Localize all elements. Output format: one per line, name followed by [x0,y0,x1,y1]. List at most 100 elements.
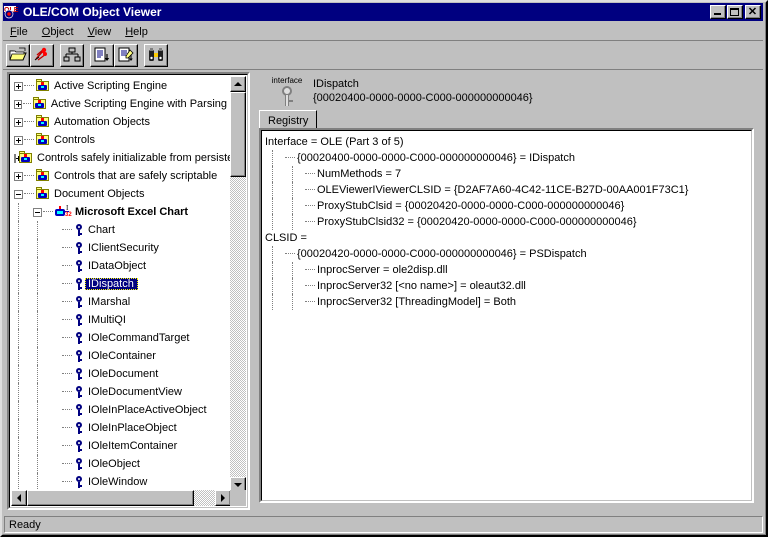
arrow-up-icon [234,82,242,86]
tree-vertical-scroll-thumb[interactable] [230,92,246,177]
folder-object-icon [35,187,51,201]
registry-connector-dash [305,285,315,287]
tree-expand-icon[interactable] [14,118,23,127]
tree-item[interactable]: IOleDocumentView [11,383,231,401]
interface-key-icon [73,223,85,237]
folder-object-icon [35,79,51,93]
tree-item[interactable]: IMultiQI [11,311,231,329]
menu-file[interactable]: File [3,24,35,40]
tree-horizontal-scrollbar[interactable] [11,490,231,506]
tab-registry[interactable]: Registry [259,110,317,129]
object-tree-scrollview[interactable]: Active Scripting Engine Active Scripting … [11,76,231,493]
tree-expand-icon[interactable] [14,154,16,163]
tree-connector-line [37,221,39,239]
tree-expand-icon[interactable] [14,82,23,91]
ole-app-icon[interactable]: OLE [4,5,20,19]
detail-identity: IDispatch {00020400-0000-0000-C000-00000… [313,76,533,105]
tree-item[interactable]: Automation Objects [11,113,231,131]
tree-expand-icon[interactable] [14,172,23,181]
registry-line[interactable]: {00020420-0000-0000-C000-000000000046} =… [265,246,751,262]
copy-clsid-button[interactable] [90,44,114,67]
registry-line[interactable]: ProxyStubClsid = {00020420-0000-0000-C00… [265,198,751,214]
registry-line[interactable]: CLSID = [265,230,751,246]
find-button[interactable] [144,44,168,67]
tree-connector-line [37,275,39,293]
tree-connector-line [18,419,20,437]
tree-item-label: Automation Objects [51,116,154,128]
tree-item[interactable]: Document Objects [11,185,231,203]
registry-line[interactable]: NumMethods = 7 [265,166,751,182]
tree-item[interactable]: Active Scripting Engine with Parsing [11,95,231,113]
registry-connector-line [272,278,274,294]
registry-line[interactable]: ProxyStubClsid32 = {00020420-0000-0000-C… [265,214,751,230]
tree-item[interactable]: Controls safely initializable from persi… [11,149,231,167]
tree-collapse-icon[interactable] [33,208,42,217]
tree-connector-line [37,401,39,419]
tree-scroll-up-button[interactable] [230,76,246,92]
detail-interface-name: IDispatch [313,77,533,91]
tree-item[interactable]: IMarshal [11,293,231,311]
status-bar: Ready [3,515,763,534]
tree-item[interactable]: Controls [11,131,231,149]
tree-item[interactable]: IOleInPlaceActiveObject [11,401,231,419]
tree-item[interactable]: IOleDocument [11,365,231,383]
tree-item-label: Microsoft Excel Chart [72,206,192,218]
tree-connector-dash [62,391,72,393]
tree-expand-icon[interactable] [14,100,22,109]
menu-view[interactable]: View [81,24,119,40]
folder-object-icon [35,133,51,147]
registry-line[interactable]: OLEViewerIViewerCLSID = {D2AF7A60-4C42-1… [265,182,751,198]
close-button[interactable]: ✕ [745,5,761,19]
registry-line[interactable]: InprocServer32 [<no name>] = oleaut32.dl… [265,278,751,294]
tree-item[interactable]: IDispatch [11,275,231,293]
title-bar[interactable]: OLE OLE/COM Object Viewer ✕ [3,3,763,21]
registry-line[interactable]: {00020400-0000-0000-C000-000000000046} =… [265,150,751,166]
menu-help[interactable]: Help [118,24,155,40]
menu-object[interactable]: Object [35,24,81,40]
tree-scroll-left-button[interactable] [11,490,27,506]
tree-item-label: IDataObject [85,260,150,272]
tree-connector-dash [62,355,72,357]
tree-connector-line [18,221,20,239]
maximize-button[interactable] [727,5,743,19]
view-type-hierarchy-button[interactable] [60,44,84,67]
tree-scroll-right-button[interactable] [215,490,231,506]
tree-item[interactable]: IOleObject [11,455,231,473]
tree-item[interactable]: IOleWindow [11,473,231,491]
tree-item[interactable]: Controls that are safely scriptable [11,167,231,185]
registry-line[interactable]: Interface = OLE (Part 3 of 5) [265,134,751,150]
registry-line-text: OLEViewerIViewerCLSID = {D2AF7A60-4C42-1… [317,184,688,196]
registry-tab-page[interactable]: Interface = OLE (Part 3 of 5){00020400-0… [259,128,754,503]
bind-to-object-button[interactable] [30,44,54,67]
open-folder-button[interactable] [6,44,30,67]
registry-tree: Interface = OLE (Part 3 of 5){00020400-0… [261,130,752,501]
object-tree-pane[interactable]: Active Scripting Engine Active Scripting … [7,72,250,510]
tree-item[interactable]: IOleContainer [11,347,231,365]
tree-vertical-scrollbar[interactable] [230,76,246,493]
tree-horizontal-scroll-thumb[interactable] [27,490,194,506]
tree-item-label: IOleDocument [85,368,162,380]
tree-connector-line [18,293,20,311]
tree-item[interactable]: IClientSecurity [11,239,231,257]
tree-item[interactable]: IDataObject [11,257,231,275]
tree-connector-dash [62,481,72,483]
tree-collapse-icon[interactable] [14,190,23,199]
tree-connector-dash [62,229,72,231]
copy-guid-button[interactable] [114,44,138,67]
minimize-button[interactable] [710,5,726,19]
tree-item[interactable]: IOleInPlaceObject [11,419,231,437]
registry-indent [265,294,305,310]
registry-line[interactable]: InprocServer = ole2disp.dll [265,262,751,278]
registry-connector-dash [305,301,315,303]
registry-connector-line [292,166,294,182]
tree-item[interactable]: I32Microsoft Excel Chart [11,203,231,221]
tree-item[interactable]: Chart [11,221,231,239]
object-tree-pane-inner: Active Scripting Engine Active Scripting … [9,74,248,508]
tree-item[interactable]: IOleItemContainer [11,437,231,455]
tree-item-label: Active Scripting Engine [51,80,171,92]
registry-connector-dash [285,253,295,255]
tree-item[interactable]: IOleCommandTarget [11,329,231,347]
tree-item[interactable]: Active Scripting Engine [11,77,231,95]
registry-line[interactable]: InprocServer32 [ThreadingModel] = Both [265,294,751,310]
tree-expand-icon[interactable] [14,136,23,145]
